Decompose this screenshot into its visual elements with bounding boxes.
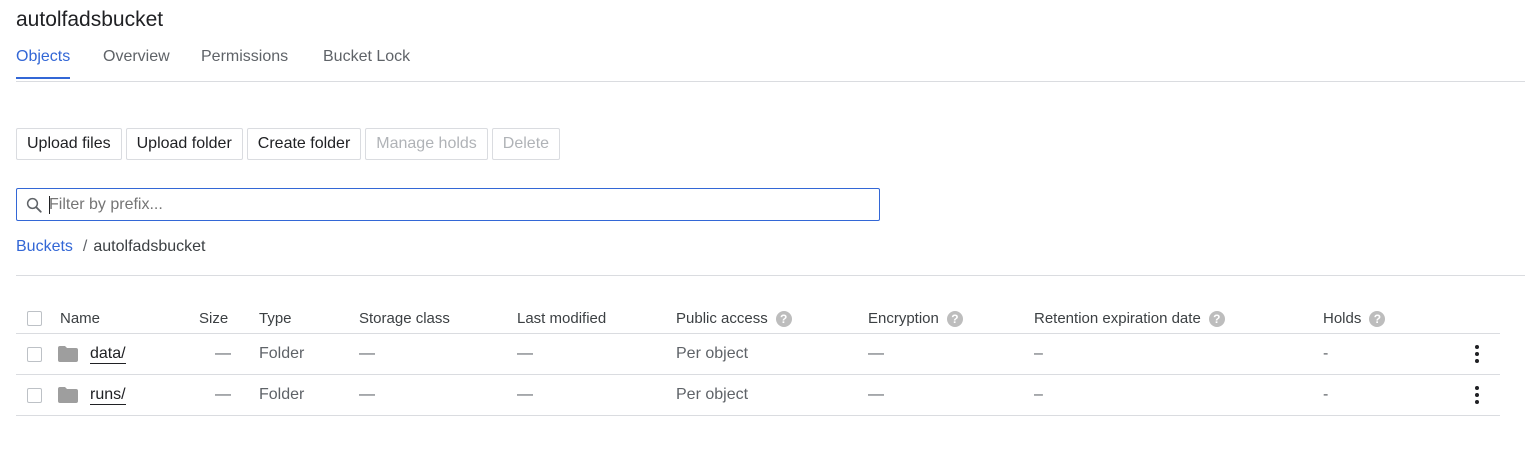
storage-class-cell: — <box>359 386 375 403</box>
tab-permissions[interactable]: Permissions <box>201 48 288 76</box>
storage-class-cell: — <box>359 345 375 362</box>
select-all-checkbox[interactable] <box>27 311 42 326</box>
breadcrumb-buckets-link[interactable]: Buckets <box>16 238 73 255</box>
column-header-public-access[interactable]: Public access ? <box>676 302 792 335</box>
row-checkbox[interactable] <box>27 387 42 403</box>
retention-cell: – <box>1034 386 1043 403</box>
tab-bucket-lock[interactable]: Bucket Lock <box>323 48 410 76</box>
breadcrumb-separator: / <box>82 238 88 255</box>
column-header-encryption[interactable]: Encryption ? <box>868 302 963 335</box>
tab-bar: Objects Overview Permissions Bucket Lock <box>16 48 1525 82</box>
table-row: runs/ — Folder — — Per object — – - <box>16 375 1500 416</box>
column-header-retention[interactable]: Retention expiration date ? <box>1034 302 1225 335</box>
more-vert-icon[interactable] <box>1465 342 1489 366</box>
help-icon[interactable]: ? <box>946 310 963 327</box>
delete-button[interactable]: Delete <box>491 128 561 160</box>
folder-icon <box>58 346 78 362</box>
manage-holds-button[interactable]: Manage holds <box>365 128 488 160</box>
last-modified-cell: — <box>517 345 533 362</box>
public-access-cell: Per object <box>676 345 749 362</box>
encryption-cell: — <box>868 345 884 362</box>
filter-box <box>16 188 880 221</box>
breadcrumb: Buckets / autolfadsbucket <box>16 238 205 256</box>
page-title: autolfadsbucket <box>16 8 164 31</box>
action-toolbar: Upload files Upload folder Create folder… <box>16 128 564 160</box>
text-cursor <box>49 196 50 214</box>
section-divider <box>16 275 1525 276</box>
type-cell: Folder <box>259 345 305 362</box>
upload-files-button[interactable]: Upload files <box>16 128 122 160</box>
folder-icon <box>58 387 78 403</box>
retention-cell: – <box>1034 345 1043 362</box>
filter-input[interactable] <box>49 193 869 216</box>
column-header-last-modified[interactable]: Last modified <box>517 302 606 335</box>
search-icon <box>26 197 42 213</box>
table-row: data/ — Folder — — Per object — – - <box>16 334 1500 375</box>
object-name-link[interactable]: runs/ <box>90 386 126 405</box>
objects-table: Name Size Type Storage class Last modifi… <box>16 300 1500 416</box>
column-header-name[interactable]: Name <box>60 302 100 335</box>
encryption-cell: — <box>868 386 884 403</box>
holds-cell: - <box>1323 345 1329 362</box>
column-header-public-access-label: Public access <box>676 310 768 327</box>
tab-objects[interactable]: Objects <box>16 48 71 79</box>
help-icon[interactable]: ? <box>1208 310 1225 327</box>
more-vert-icon[interactable] <box>1465 383 1489 407</box>
table-header: Name Size Type Storage class Last modifi… <box>16 300 1500 334</box>
column-header-size[interactable]: Size <box>199 302 228 335</box>
holds-cell: - <box>1323 386 1329 403</box>
column-header-retention-label: Retention expiration date <box>1034 310 1201 327</box>
tab-overview[interactable]: Overview <box>103 48 170 76</box>
help-icon[interactable]: ? <box>775 310 792 327</box>
breadcrumb-current: autolfadsbucket <box>93 238 206 255</box>
column-header-holds[interactable]: Holds ? <box>1323 302 1386 335</box>
row-checkbox[interactable] <box>27 346 42 362</box>
column-header-encryption-label: Encryption <box>868 310 939 327</box>
column-header-type[interactable]: Type <box>259 302 292 335</box>
create-folder-button[interactable]: Create folder <box>246 128 362 160</box>
size-cell: — <box>215 345 231 362</box>
public-access-cell: Per object <box>676 386 749 403</box>
column-header-storage-class[interactable]: Storage class <box>359 302 450 335</box>
column-header-holds-label: Holds <box>1323 310 1362 327</box>
size-cell: — <box>215 386 231 403</box>
last-modified-cell: — <box>517 386 533 403</box>
help-icon[interactable]: ? <box>1369 310 1386 327</box>
upload-folder-button[interactable]: Upload folder <box>125 128 243 160</box>
object-name-link[interactable]: data/ <box>90 345 126 364</box>
type-cell: Folder <box>259 386 305 403</box>
